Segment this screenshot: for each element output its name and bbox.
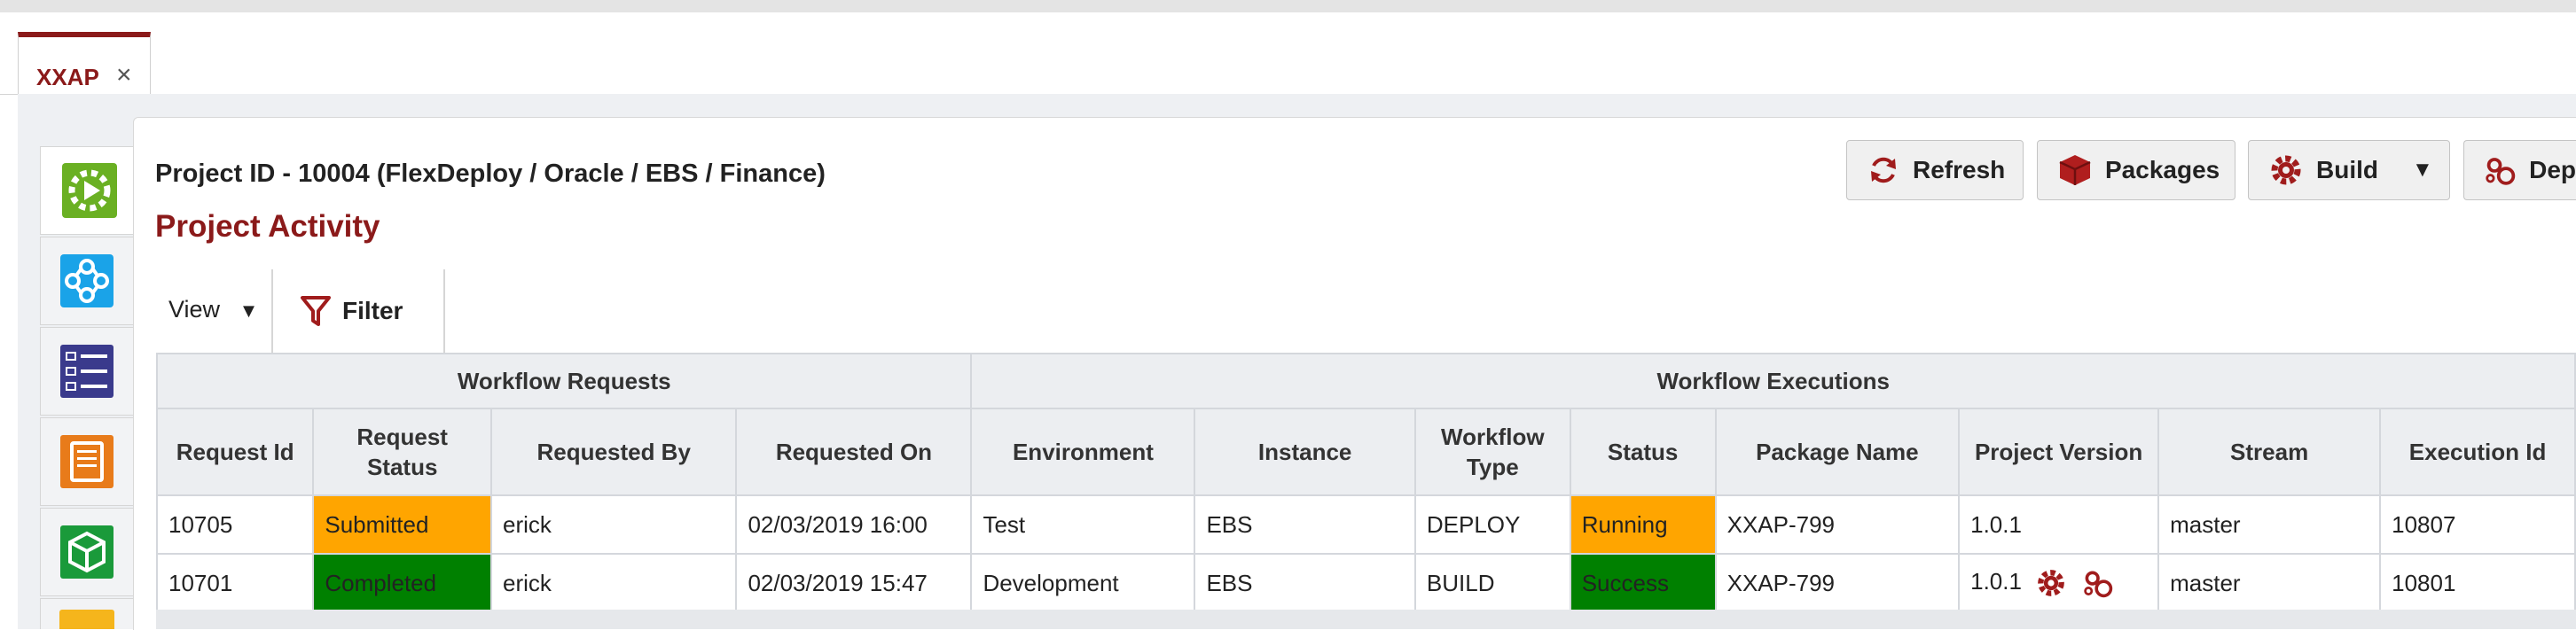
column-header-requested-by[interactable]: Requested By bbox=[490, 408, 738, 496]
sidebar-item-workflows[interactable] bbox=[40, 237, 134, 325]
filter-label: Filter bbox=[342, 297, 403, 324]
refresh-icon bbox=[1871, 157, 1896, 183]
execution-id-link[interactable]: 10801 bbox=[2379, 553, 2576, 613]
instance-cell: EBS bbox=[1194, 494, 1416, 555]
deploy-gears-icon[interactable] bbox=[2082, 567, 2114, 599]
activity-table: Workflow Requests Workflow Executions Re… bbox=[155, 353, 2576, 613]
column-header-environment[interactable]: Environment bbox=[970, 408, 1196, 496]
column-header-execution-id[interactable]: Execution Id bbox=[2379, 408, 2576, 496]
project-version-cell: 1.0.1 bbox=[1958, 553, 2160, 613]
workflow-icon bbox=[60, 254, 114, 307]
build-label: Build bbox=[2316, 156, 2378, 183]
project-version-text: 1.0.1 bbox=[1970, 510, 2022, 538]
project-version-cell: 1.0.1 bbox=[1958, 494, 2160, 555]
refresh-button[interactable]: Refresh bbox=[1846, 140, 2024, 200]
deploy-label: Dep bbox=[2529, 156, 2576, 183]
sidebar-item-more[interactable] bbox=[40, 598, 134, 629]
column-header-status[interactable]: Status bbox=[1569, 408, 1717, 496]
table-footer-strip bbox=[156, 610, 2576, 629]
packages-label: Packages bbox=[2105, 156, 2220, 183]
sidebar-item-reports[interactable] bbox=[40, 417, 134, 506]
requested-by-cell: erick bbox=[490, 494, 738, 555]
toolbar-divider bbox=[271, 269, 273, 353]
document-icon bbox=[60, 435, 114, 488]
requested-on-cell: 02/03/2019 16:00 bbox=[735, 494, 973, 555]
requested-by-cell: erick bbox=[490, 553, 738, 613]
package-name-cell: XXAP-799 bbox=[1714, 553, 1961, 613]
funnel-icon bbox=[301, 296, 331, 326]
column-header-workflow-type[interactable]: Workflow Type bbox=[1413, 408, 1571, 496]
status-badge: Success bbox=[1569, 553, 1717, 613]
view-menu[interactable]: View ▼ bbox=[168, 296, 258, 323]
breadcrumb: Project ID - 10004 (FlexDeploy / Oracle … bbox=[155, 159, 826, 188]
requested-on-cell: 02/03/2019 15:47 bbox=[735, 553, 973, 613]
table-row[interactable]: 10705 Submitted erick 02/03/2019 16:00 T… bbox=[155, 494, 2576, 555]
build-gear-icon[interactable] bbox=[2035, 567, 2067, 599]
sidebar-item-packages[interactable] bbox=[40, 508, 134, 596]
group-header-workflow-executions: Workflow Executions bbox=[970, 353, 2576, 409]
tab-bar: XXAP × bbox=[0, 12, 2576, 106]
package-icon bbox=[2059, 155, 2091, 185]
table-row[interactable]: 10701 Completed erick 02/03/2019 15:47 D… bbox=[155, 553, 2576, 613]
environment-cell: Test bbox=[970, 494, 1196, 555]
group-header-workflow-requests: Workflow Requests bbox=[155, 353, 973, 409]
build-button[interactable]: Build ▼ bbox=[2248, 140, 2450, 200]
deploy-button[interactable]: Dep bbox=[2463, 140, 2576, 200]
filter-button[interactable]: Filter bbox=[300, 294, 403, 328]
gear-play-icon bbox=[61, 163, 117, 218]
column-header-request-status[interactable]: Request Status bbox=[312, 408, 493, 496]
packages-button[interactable]: Packages bbox=[2037, 140, 2235, 200]
deploy-gears-icon bbox=[2486, 158, 2516, 185]
workflow-type-cell: DEPLOY bbox=[1413, 494, 1571, 555]
column-header-request-id[interactable]: Request Id bbox=[155, 408, 315, 496]
instance-cell: EBS bbox=[1194, 553, 1416, 613]
sidebar bbox=[22, 146, 137, 629]
project-version-text: 1.0.1 bbox=[1970, 567, 2022, 595]
stream-cell: master bbox=[2157, 553, 2382, 613]
gear-icon bbox=[2271, 155, 2301, 185]
status-badge: Running bbox=[1569, 494, 1717, 555]
view-label: View bbox=[168, 296, 221, 323]
window-top-strip bbox=[0, 0, 2576, 12]
chevron-down-icon: ▼ bbox=[239, 299, 259, 322]
toolbar-divider bbox=[443, 269, 445, 353]
request-id-link[interactable]: 10701 bbox=[155, 553, 315, 613]
package-name-cell: XXAP-799 bbox=[1714, 494, 1961, 555]
sidebar-item-properties[interactable] bbox=[40, 327, 134, 416]
page-title: Project Activity bbox=[155, 209, 380, 244]
workflow-type-cell: BUILD bbox=[1413, 553, 1571, 613]
column-header-project-version[interactable]: Project Version bbox=[1958, 408, 2160, 496]
column-header-package-name[interactable]: Package Name bbox=[1714, 408, 1961, 496]
request-status-badge: Submitted bbox=[312, 494, 493, 555]
request-status-badge: Completed bbox=[312, 553, 493, 613]
refresh-label: Refresh bbox=[1913, 156, 2006, 183]
stream-cell: master bbox=[2157, 494, 2382, 555]
chevron-down-icon[interactable]: ▼ bbox=[2412, 158, 2433, 183]
package-icon bbox=[60, 525, 114, 579]
tab-label: XXAP bbox=[36, 64, 99, 90]
list-icon bbox=[60, 345, 114, 398]
folder-icon bbox=[59, 610, 114, 629]
column-header-requested-on[interactable]: Requested On bbox=[735, 408, 973, 496]
request-id-link[interactable]: 10705 bbox=[155, 494, 315, 555]
column-header-instance[interactable]: Instance bbox=[1194, 408, 1416, 496]
environment-cell: Development bbox=[970, 553, 1196, 613]
sidebar-item-project-activity[interactable] bbox=[40, 146, 137, 235]
execution-id-link[interactable]: 10807 bbox=[2379, 494, 2576, 555]
column-header-stream[interactable]: Stream bbox=[2157, 408, 2382, 496]
close-icon[interactable]: × bbox=[116, 60, 132, 90]
